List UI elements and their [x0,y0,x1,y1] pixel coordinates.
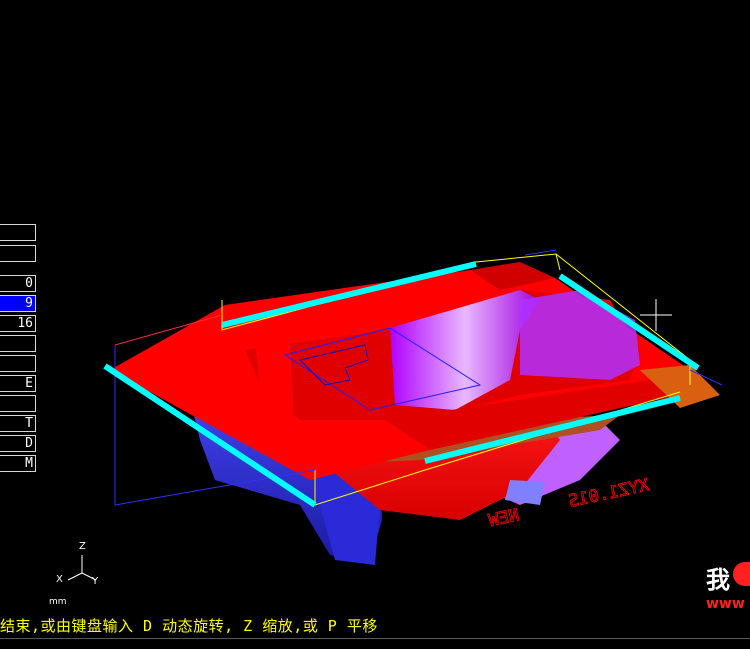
crosshair-cursor-icon [640,299,672,331]
menu-item-12[interactable]: M [0,455,36,472]
menu-item-9[interactable] [0,395,36,412]
menu-item-6[interactable] [0,335,36,352]
watermark-logo: 我 [706,566,730,594]
engraving-new: NEW [486,505,521,531]
part-blue-foot [505,480,545,505]
menu-item-3[interactable]: 0 [0,275,36,292]
menu-item-8[interactable]: E [0,375,36,392]
axis-y-label: Y [92,576,99,587]
status-divider [0,638,750,639]
watermark-badge-icon [733,562,750,586]
axis-z-label: Z [79,541,86,552]
menu-item-10[interactable]: T [0,415,36,432]
menu-item-5[interactable]: 16 [0,315,36,332]
menu-item-4[interactable]: 9 [0,295,36,312]
axis-x-label: X [56,574,63,585]
units-label: mm [49,597,67,607]
engraving-code: XYZ1.01S [567,475,651,512]
menu-item-2[interactable] [0,245,36,262]
watermark-url: www [706,596,745,612]
menu-item-7[interactable] [0,355,36,372]
menu-item-1[interactable] [0,224,36,241]
menu-item-11[interactable]: D [0,435,36,452]
part-cavity-wall-right [520,290,640,380]
graphics-viewport[interactable]: XYZ1.01S NEW [0,0,750,611]
command-prompt: 结束,或由键盘输入 D 动态旋转, Z 缩放,或 P 平移 [0,617,378,635]
